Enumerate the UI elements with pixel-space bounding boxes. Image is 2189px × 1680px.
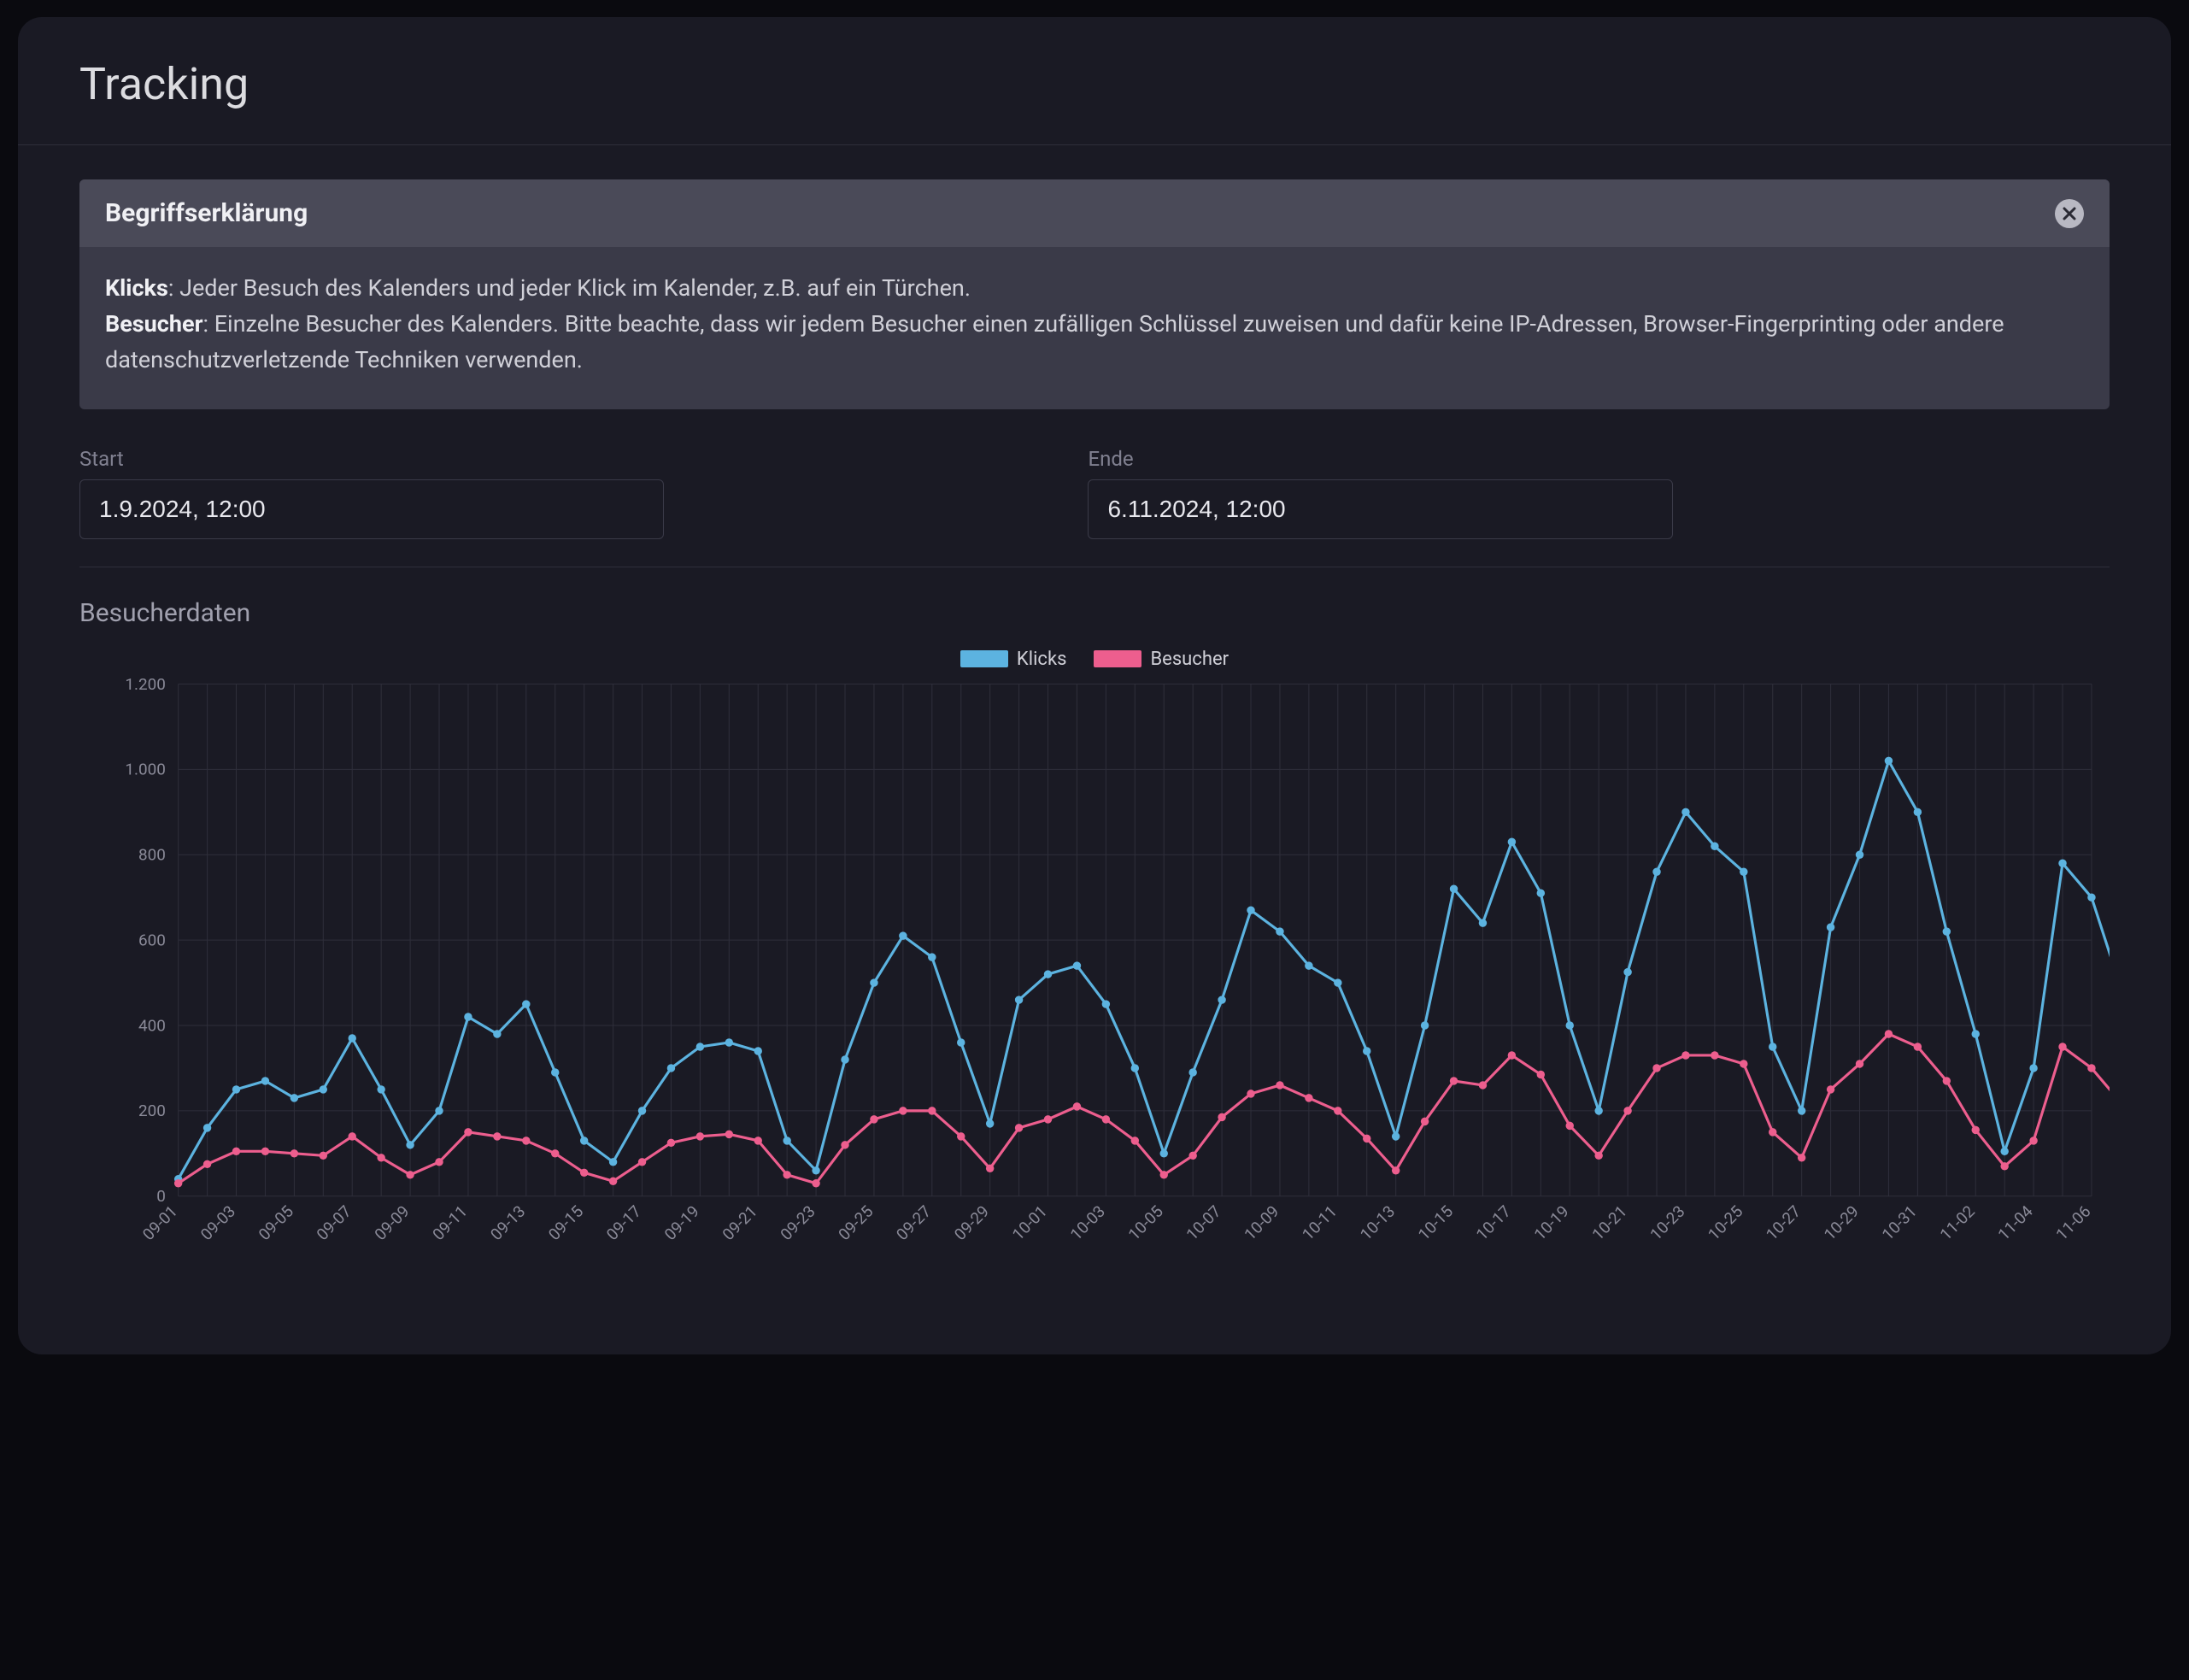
svg-text:11-06: 11-06 [2051, 1201, 2094, 1243]
end-input[interactable] [1088, 479, 1672, 539]
swatch-klicks [960, 650, 1008, 667]
page-title: Tracking [79, 58, 2110, 110]
svg-text:10-23: 10-23 [1646, 1201, 1688, 1243]
date-range-row: Start Ende [79, 447, 2110, 539]
svg-text:09-01: 09-01 [138, 1201, 181, 1243]
glossary-box: Begriffserklärung Klicks: Jeder Besuch d… [79, 179, 2110, 409]
tracking-panel: Tracking Begriffserklärung Klicks: Jeder… [18, 17, 2171, 1354]
panel-content: Begriffserklärung Klicks: Jeder Besuch d… [18, 145, 2171, 1354]
svg-text:09-13: 09-13 [486, 1201, 529, 1243]
swatch-besucher [1094, 650, 1141, 667]
svg-text:09-29: 09-29 [950, 1201, 993, 1243]
svg-text:0: 0 [156, 1186, 166, 1206]
svg-text:09-11: 09-11 [428, 1201, 471, 1243]
glossary-body: Klicks: Jeder Besuch des Kalenders und j… [79, 247, 2110, 409]
legend-besucher-label: Besucher [1150, 649, 1229, 670]
svg-text:10-17: 10-17 [1472, 1201, 1515, 1243]
svg-text:09-23: 09-23 [777, 1201, 819, 1243]
chart-legend: Klicks Besucher [79, 649, 2110, 670]
svg-text:09-27: 09-27 [892, 1201, 935, 1243]
svg-text:10-19: 10-19 [1530, 1201, 1573, 1243]
svg-text:10-03: 10-03 [1066, 1201, 1109, 1243]
svg-text:800: 800 [138, 844, 166, 864]
svg-text:10-21: 10-21 [1588, 1201, 1631, 1243]
glossary-header: Begriffserklärung [79, 179, 2110, 247]
svg-text:09-19: 09-19 [660, 1201, 703, 1243]
legend-besucher[interactable]: Besucher [1094, 649, 1229, 670]
glossary-klicks: Klicks: Jeder Besuch des Kalenders und j… [105, 271, 2084, 307]
svg-text:09-15: 09-15 [544, 1201, 587, 1243]
svg-text:09-21: 09-21 [719, 1201, 761, 1243]
glossary-besucher: Besucher: Einzelne Besucher des Kalender… [105, 307, 2084, 379]
svg-text:1.200: 1.200 [125, 675, 166, 694]
start-label: Start [79, 447, 1053, 471]
svg-text:11-04: 11-04 [1994, 1201, 2037, 1243]
chart-section-title: Besucherdaten [79, 598, 2110, 628]
close-icon [2063, 207, 2076, 220]
svg-text:10-31: 10-31 [1878, 1201, 1921, 1243]
end-date-col: Ende [1088, 447, 2062, 539]
end-label: Ende [1088, 447, 2062, 471]
svg-text:10-15: 10-15 [1414, 1201, 1457, 1243]
svg-text:09-03: 09-03 [197, 1201, 239, 1243]
start-input[interactable] [79, 479, 664, 539]
legend-klicks-label: Klicks [1017, 649, 1067, 670]
svg-text:10-29: 10-29 [1820, 1201, 1863, 1243]
chart-area: 0 200 400 600 800 1.000 1.200 09-01 09-03 09-05 09… [79, 675, 2110, 1304]
svg-text:600: 600 [138, 930, 166, 949]
svg-text:10-13: 10-13 [1356, 1201, 1399, 1243]
svg-text:10-01: 10-01 [1008, 1201, 1051, 1243]
svg-text:1.000: 1.000 [125, 759, 166, 778]
start-date-col: Start [79, 447, 1053, 539]
svg-text:10-09: 10-09 [1240, 1201, 1282, 1243]
legend-klicks[interactable]: Klicks [960, 649, 1067, 670]
svg-text:09-17: 09-17 [602, 1201, 645, 1243]
svg-text:10-25: 10-25 [1704, 1201, 1746, 1243]
close-button[interactable] [2055, 199, 2084, 228]
svg-text:11-02: 11-02 [1936, 1201, 1979, 1243]
glossary-title: Begriffserklärung [105, 198, 308, 228]
svg-text:10-27: 10-27 [1762, 1201, 1805, 1243]
panel-header: Tracking [18, 17, 2171, 144]
svg-text:10-11: 10-11 [1298, 1201, 1341, 1243]
svg-text:200: 200 [138, 1101, 166, 1120]
svg-text:400: 400 [138, 1015, 166, 1035]
svg-text:10-05: 10-05 [1124, 1201, 1167, 1243]
svg-text:10-07: 10-07 [1183, 1201, 1225, 1243]
svg-text:09-09: 09-09 [371, 1201, 414, 1243]
visitor-chart: 0 200 400 600 800 1.000 1.200 09-01 09-03 09-05 09… [79, 675, 2110, 1304]
svg-text:09-05: 09-05 [255, 1201, 297, 1243]
svg-text:09-07: 09-07 [313, 1201, 355, 1243]
svg-text:09-25: 09-25 [834, 1201, 877, 1243]
